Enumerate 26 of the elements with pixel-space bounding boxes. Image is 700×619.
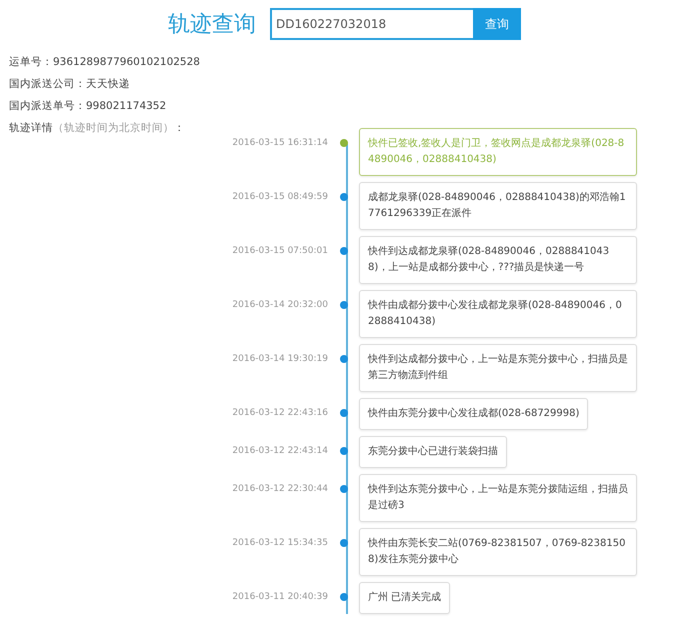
search-field[interactable]: DD160227032018 [270, 8, 473, 40]
event-time: 2016-03-14 20:32:00 [231, 299, 328, 310]
event-time: 2016-03-12 22:43:16 [231, 407, 328, 418]
page-title: 轨迹查询 [168, 11, 256, 39]
info-line: 运单号：9361289877960102102528 [9, 55, 201, 70]
event-time: 2016-03-11 20:40:39 [231, 591, 328, 602]
info-line: 国内派送单号：998021174352 [9, 99, 168, 114]
event-message: 快件到达成都龙泉驿(028-84890046，02888410438)，上一站是成都分拨中心，???描员是快递一号 [359, 236, 637, 284]
event-message: 广州 已清关完成 [359, 582, 450, 614]
event-time: 2016-03-12 15:34:35 [231, 537, 328, 548]
event-message: 快件由东莞长安二站(0769-82381507，0769-82381508)发往东莞分拨中心 [359, 528, 637, 576]
event-time: 2016-03-14 19:30:19 [231, 353, 328, 364]
event-time: 2016-03-12 22:30:44 [231, 483, 328, 494]
event-message: 快件到达成都分拨中心，上一站是东莞分拨中心，扫描员是第三方物流到件组 [359, 344, 637, 392]
event-time: 2016-03-15 08:49:59 [231, 191, 328, 202]
event-time: 2016-03-15 07:50:01 [231, 245, 328, 256]
details-label: 轨迹详情（轨迹时间为北京时间）： [9, 121, 186, 136]
event-message: 成都龙泉驿(028-84890046，02888410438)的邓浩翰17761296339正在派件 [359, 182, 637, 230]
event-message: 东莞分拨中心已进行装袋扫描 [359, 436, 507, 468]
event-message: 快件已签收,签收人是门卫，签收网点是成都龙泉驿(028-84890046，02888410438) [359, 128, 637, 176]
event-time: 2016-03-15 16:31:14 [231, 137, 328, 148]
info-line: 国内派送公司：天天快递 [9, 77, 131, 92]
event-message: 快件到达东莞分拨中心，上一站是东莞分拨陆运组，扫描员是过磅3 [359, 474, 637, 522]
event-message: 快件由东莞分拨中心发往成都(028-68729998) [359, 398, 588, 430]
event-message: 快件由成都分拨中心发往成都龙泉驿(028-84890046，02888410438) [359, 290, 637, 338]
event-time: 2016-03-12 22:43:14 [231, 445, 328, 456]
